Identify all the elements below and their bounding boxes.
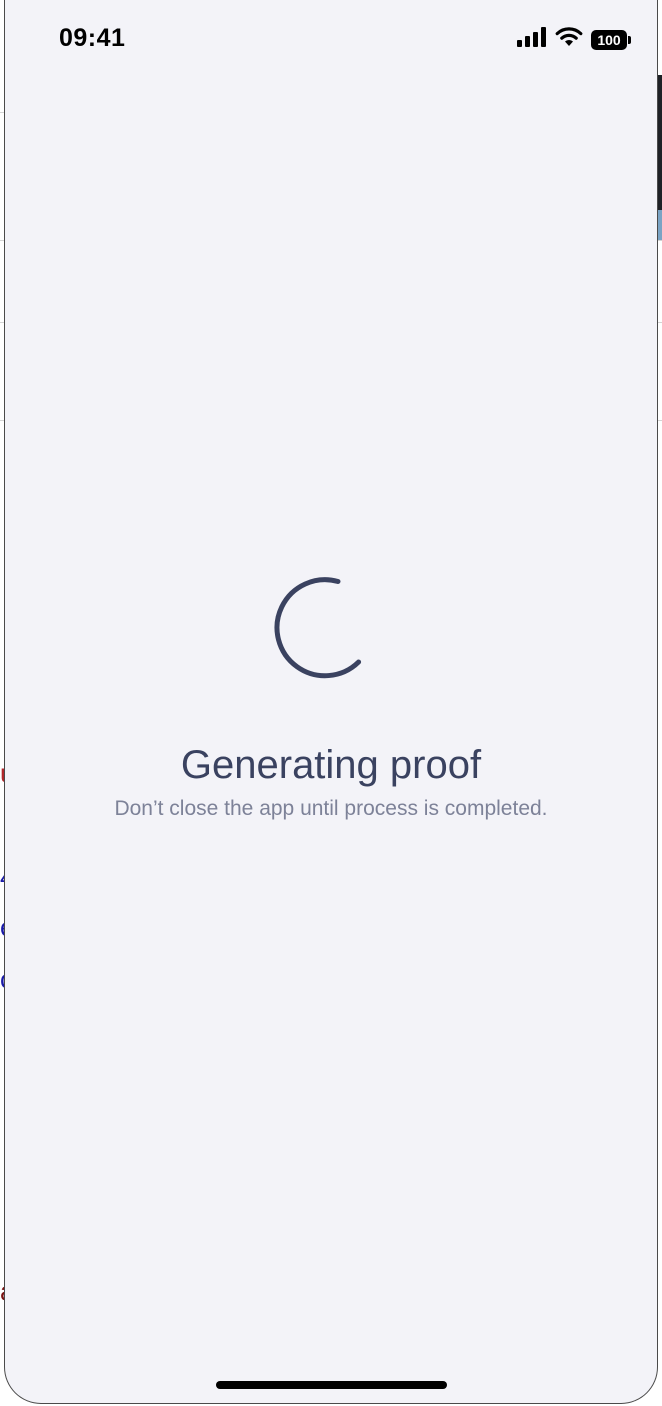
loading-spinner-icon (274, 577, 362, 679)
status-time: 09:41 (59, 24, 126, 52)
status-bar: 09:41 100 (5, 0, 657, 80)
phone-screen: 09:41 100 Generating proof Don’t close t… (5, 0, 657, 1403)
wifi-icon (555, 27, 583, 52)
loading-container: Generating proof Don’t close the app unt… (5, 560, 657, 822)
cellular-signal-icon (517, 27, 547, 52)
battery-icon: 100 (591, 29, 631, 50)
loading-title: Generating proof (180, 743, 482, 787)
home-indicator[interactable] (216, 1381, 447, 1389)
status-icons: 100 (517, 27, 631, 52)
loading-subtitle: Don’t close the app until process is com… (114, 797, 548, 820)
